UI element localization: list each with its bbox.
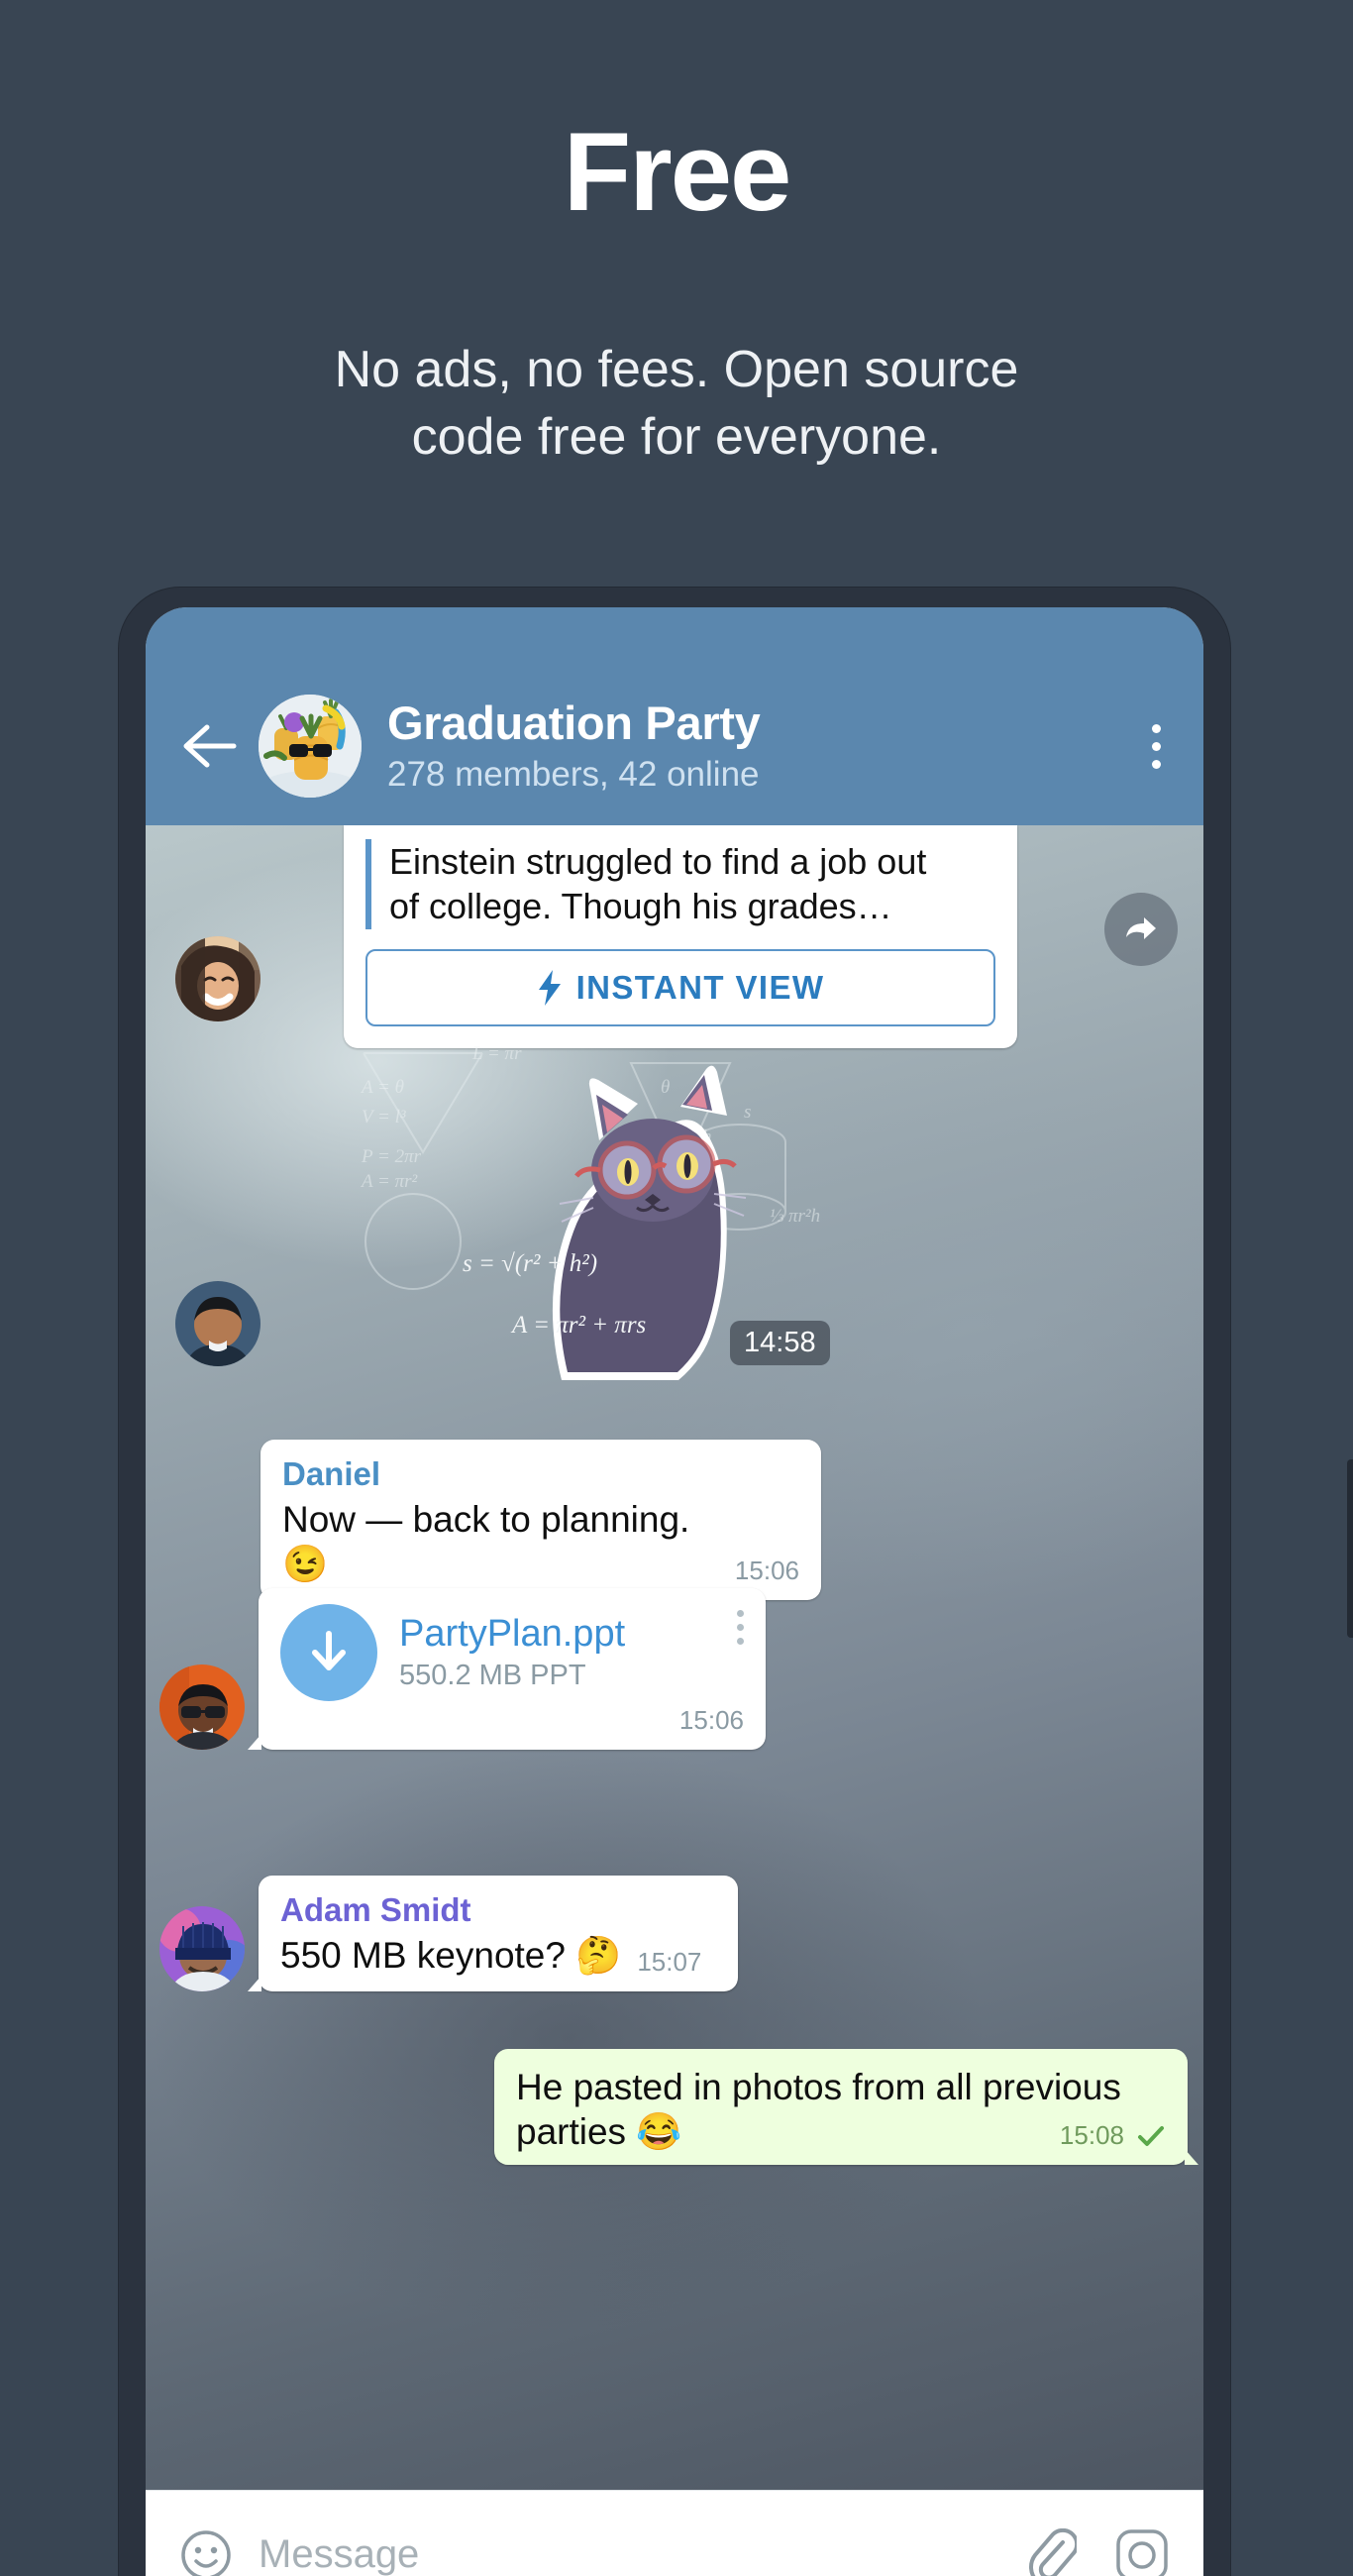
message-row: Adam Smidt 550 MB keynote? 🤔 15:07 [146, 1876, 1203, 1992]
text-message[interactable]: Daniel Now — back to planning. 😉 15:06 [260, 1440, 821, 1601]
download-button[interactable] [280, 1604, 377, 1701]
overflow-menu-icon [1151, 759, 1161, 769]
page-subtitle: No ads, no fees. Open source code free f… [0, 337, 1353, 471]
text-message[interactable]: Adam Smidt 550 MB keynote? 🤔 15:07 [248, 1876, 738, 1992]
svg-text:A = θ: A = θ [360, 1077, 404, 1098]
svg-text:⅓ πr²h: ⅓ πr²h [770, 1206, 820, 1227]
promo-screenshot: Free No ads, no fees. Open source code f… [0, 0, 1353, 2576]
svg-text:s = √(r² + h²): s = √(r² + h²) [463, 1250, 597, 1277]
subtitle-line-1: No ads, no fees. Open source [334, 341, 1019, 398]
avatar-man-sunglasses [159, 1664, 245, 1750]
subtitle-line-2: code free for everyone. [411, 407, 942, 466]
chat-title: Graduation Party [387, 696, 761, 749]
page-title: Free [563, 110, 792, 234]
avatar-man-beanie [159, 1906, 245, 1992]
avatar[interactable] [175, 1281, 260, 1366]
file-name[interactable]: PartyPlan.ppt [399, 1613, 715, 1656]
quote-line-1: Einstein struggled to find a job out [389, 841, 927, 882]
lightning-bolt-icon [538, 969, 561, 1006]
message-list[interactable]: Einstein struggled to find a job out of … [146, 825, 1203, 2510]
camera-icon [1116, 2528, 1168, 2576]
message-time: 14:58 [730, 1321, 830, 1365]
instant-view-button[interactable]: INSTANT VIEW [365, 948, 995, 1026]
forward-arrow-icon [1126, 917, 1156, 939]
chat-meta: Graduation Party 278 members, 42 online [387, 696, 1108, 796]
group-avatar-pineapples [259, 695, 362, 798]
avatar[interactable] [159, 1664, 245, 1750]
chat-status: 278 members, 42 online [387, 755, 760, 795]
power-button[interactable] [1347, 1459, 1353, 1638]
file-menu-button[interactable] [737, 1610, 744, 1645]
message-input[interactable]: Message [259, 2532, 1025, 2576]
outgoing-message[interactable]: He pasted in photos from all previous pa… [494, 2049, 1198, 2166]
message-row: He pasted in photos from all previous pa… [146, 2049, 1203, 2166]
file-meta: 550.2 MB PPT [399, 1660, 586, 1691]
svg-text:L = πr: L = πr [471, 1043, 522, 1064]
message-time: 15:06 [678, 1705, 744, 1735]
message-sender: Daniel [282, 1455, 381, 1492]
message-text: Now — back to planning. 😉 [282, 1499, 690, 1585]
avatar[interactable] [259, 695, 362, 798]
message-row: Daniel Now — back to planning. 😉 15:06 [146, 1440, 1203, 1601]
quote-line-2: of college. Though his grades… [389, 886, 892, 927]
instant-view-message[interactable]: Einstein struggled to find a job out of … [344, 825, 1017, 1048]
outgoing-line-1: He pasted in photos from all previous [516, 2067, 1121, 2107]
overflow-menu-icon [1151, 741, 1161, 751]
outgoing-line-2: parties 😂 [516, 2111, 682, 2153]
svg-text:P = 2πr: P = 2πr [361, 1146, 422, 1167]
message-row: PartyPlan.ppt 550.2 MB PPT 15:06 [146, 1588, 1203, 1750]
instant-view-label: INSTANT VIEW [575, 968, 825, 1006]
chat-header: Graduation Party 278 members, 42 online [146, 667, 1203, 825]
file-message[interactable]: PartyPlan.ppt 550.2 MB PPT 15:06 [248, 1588, 766, 1750]
phone-mockup: Graduation Party 278 members, 42 online … [119, 588, 1353, 2576]
svg-text:V = l³: V = l³ [362, 1107, 406, 1127]
message-time: 15:08 [1059, 2120, 1124, 2151]
svg-text:θ: θ [661, 1077, 670, 1098]
overflow-menu-icon [1151, 723, 1161, 733]
paperclip-icon [1029, 2527, 1077, 2576]
avatar-woman-smiling [175, 936, 260, 1021]
svg-text:A = πr²: A = πr² [360, 1171, 417, 1192]
message-time: 15:06 [734, 1556, 799, 1586]
message-time: 15:07 [637, 1947, 702, 1978]
avatar[interactable] [159, 1906, 245, 1992]
file-menu-dots-icon [737, 1638, 744, 1645]
message-sender: Adam Smidt [280, 1891, 471, 1928]
message-text: 550 MB keynote? 🤔 [280, 1935, 622, 1976]
file-menu-dots-icon [737, 1610, 744, 1617]
emoji-smile-icon [181, 2529, 231, 2576]
message-input-bar[interactable]: Message [146, 2490, 1203, 2576]
avatar[interactable] [175, 936, 260, 1021]
check-icon [1138, 2125, 1164, 2146]
phone-screen: Graduation Party 278 members, 42 online … [146, 607, 1203, 2576]
link-preview-quote: Einstein struggled to find a job out of … [365, 839, 995, 929]
back-arrow-icon [183, 724, 237, 768]
forward-button[interactable] [1104, 893, 1178, 966]
overflow-menu-button[interactable] [1108, 723, 1203, 769]
download-arrow-icon [312, 1631, 346, 1670]
avatar-young-man [175, 1281, 260, 1366]
svg-text:A = πr² + πrs: A = πr² + πrs [510, 1312, 646, 1339]
file-menu-dots-icon [737, 1624, 744, 1631]
back-button[interactable] [159, 723, 259, 769]
svg-text:s: s [744, 1102, 751, 1123]
status-bar [146, 607, 1203, 667]
